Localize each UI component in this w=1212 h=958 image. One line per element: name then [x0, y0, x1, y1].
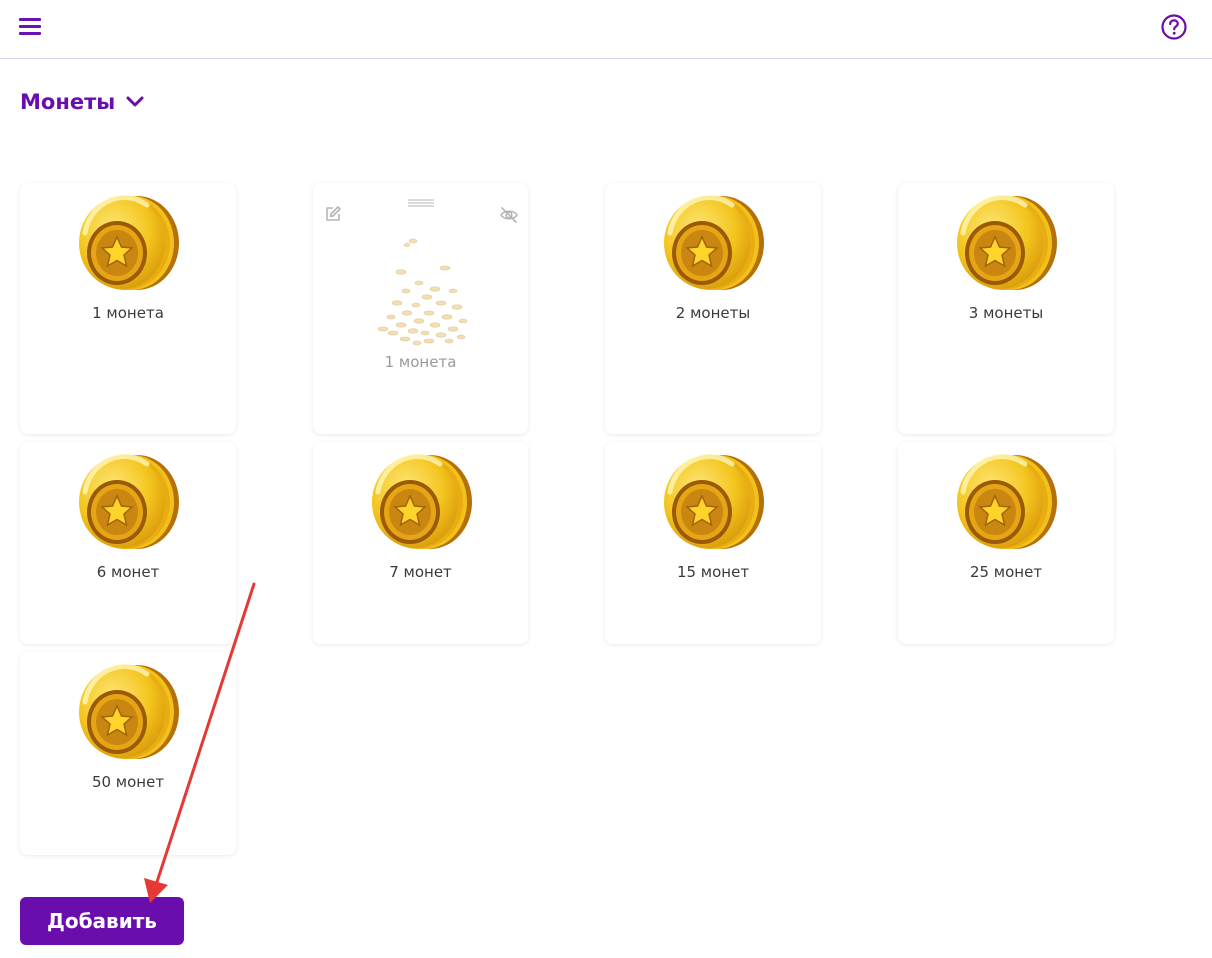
gold-coin-icon: [77, 664, 181, 764]
gold-coin-icon: [77, 195, 181, 295]
card-label: 2 монеты: [675, 304, 751, 322]
gold-coin-icon: [662, 195, 766, 295]
hamburger-menu-icon[interactable]: [19, 17, 41, 37]
coin-card[interactable]: 50 монет: [20, 652, 236, 855]
section-title-dropdown[interactable]: Монеты: [20, 90, 145, 114]
gold-coin-icon: [955, 195, 1059, 295]
card-label: 50 монет: [91, 773, 165, 791]
question-circle-icon[interactable]: [1161, 14, 1187, 40]
coin-card[interactable]: 6 монет: [20, 442, 236, 644]
coin-card[interactable]: 15 монет: [605, 442, 821, 644]
eye-off-icon[interactable]: [499, 205, 519, 225]
add-button[interactable]: Добавить: [20, 897, 184, 945]
gold-coin-icon: [662, 454, 766, 554]
coin-card[interactable]: 25 монет: [898, 442, 1114, 644]
coin-card[interactable]: 1 монета: [20, 183, 236, 434]
coin-card[interactable]: 2 монеты: [605, 183, 821, 434]
card-label: 7 монет: [389, 563, 452, 581]
page-title: Монеты: [20, 90, 116, 114]
card-label: 3 монеты: [968, 304, 1044, 322]
scattered-coins-icon: [377, 238, 468, 346]
card-label: 1 монета: [92, 304, 164, 322]
gold-coin-icon: [370, 454, 474, 554]
coin-card[interactable]: 7 монет: [313, 442, 528, 644]
card-label: 6 монет: [96, 563, 160, 581]
card-label: 25 монет: [969, 563, 1043, 581]
gold-coin-icon: [955, 454, 1059, 554]
chevron-down-icon[interactable]: [125, 95, 145, 109]
pencil-edit-icon[interactable]: [324, 205, 342, 223]
card-label: 1 монета: [384, 353, 457, 371]
gold-coin-icon: [77, 454, 181, 554]
top-bar: [0, 0, 1212, 59]
coin-card[interactable]: 3 монеты: [898, 183, 1114, 434]
drag-handle-icon[interactable]: [407, 198, 435, 208]
card-label: 15 монет: [676, 563, 750, 581]
coin-card-hidden[interactable]: 1 монета: [313, 183, 528, 434]
